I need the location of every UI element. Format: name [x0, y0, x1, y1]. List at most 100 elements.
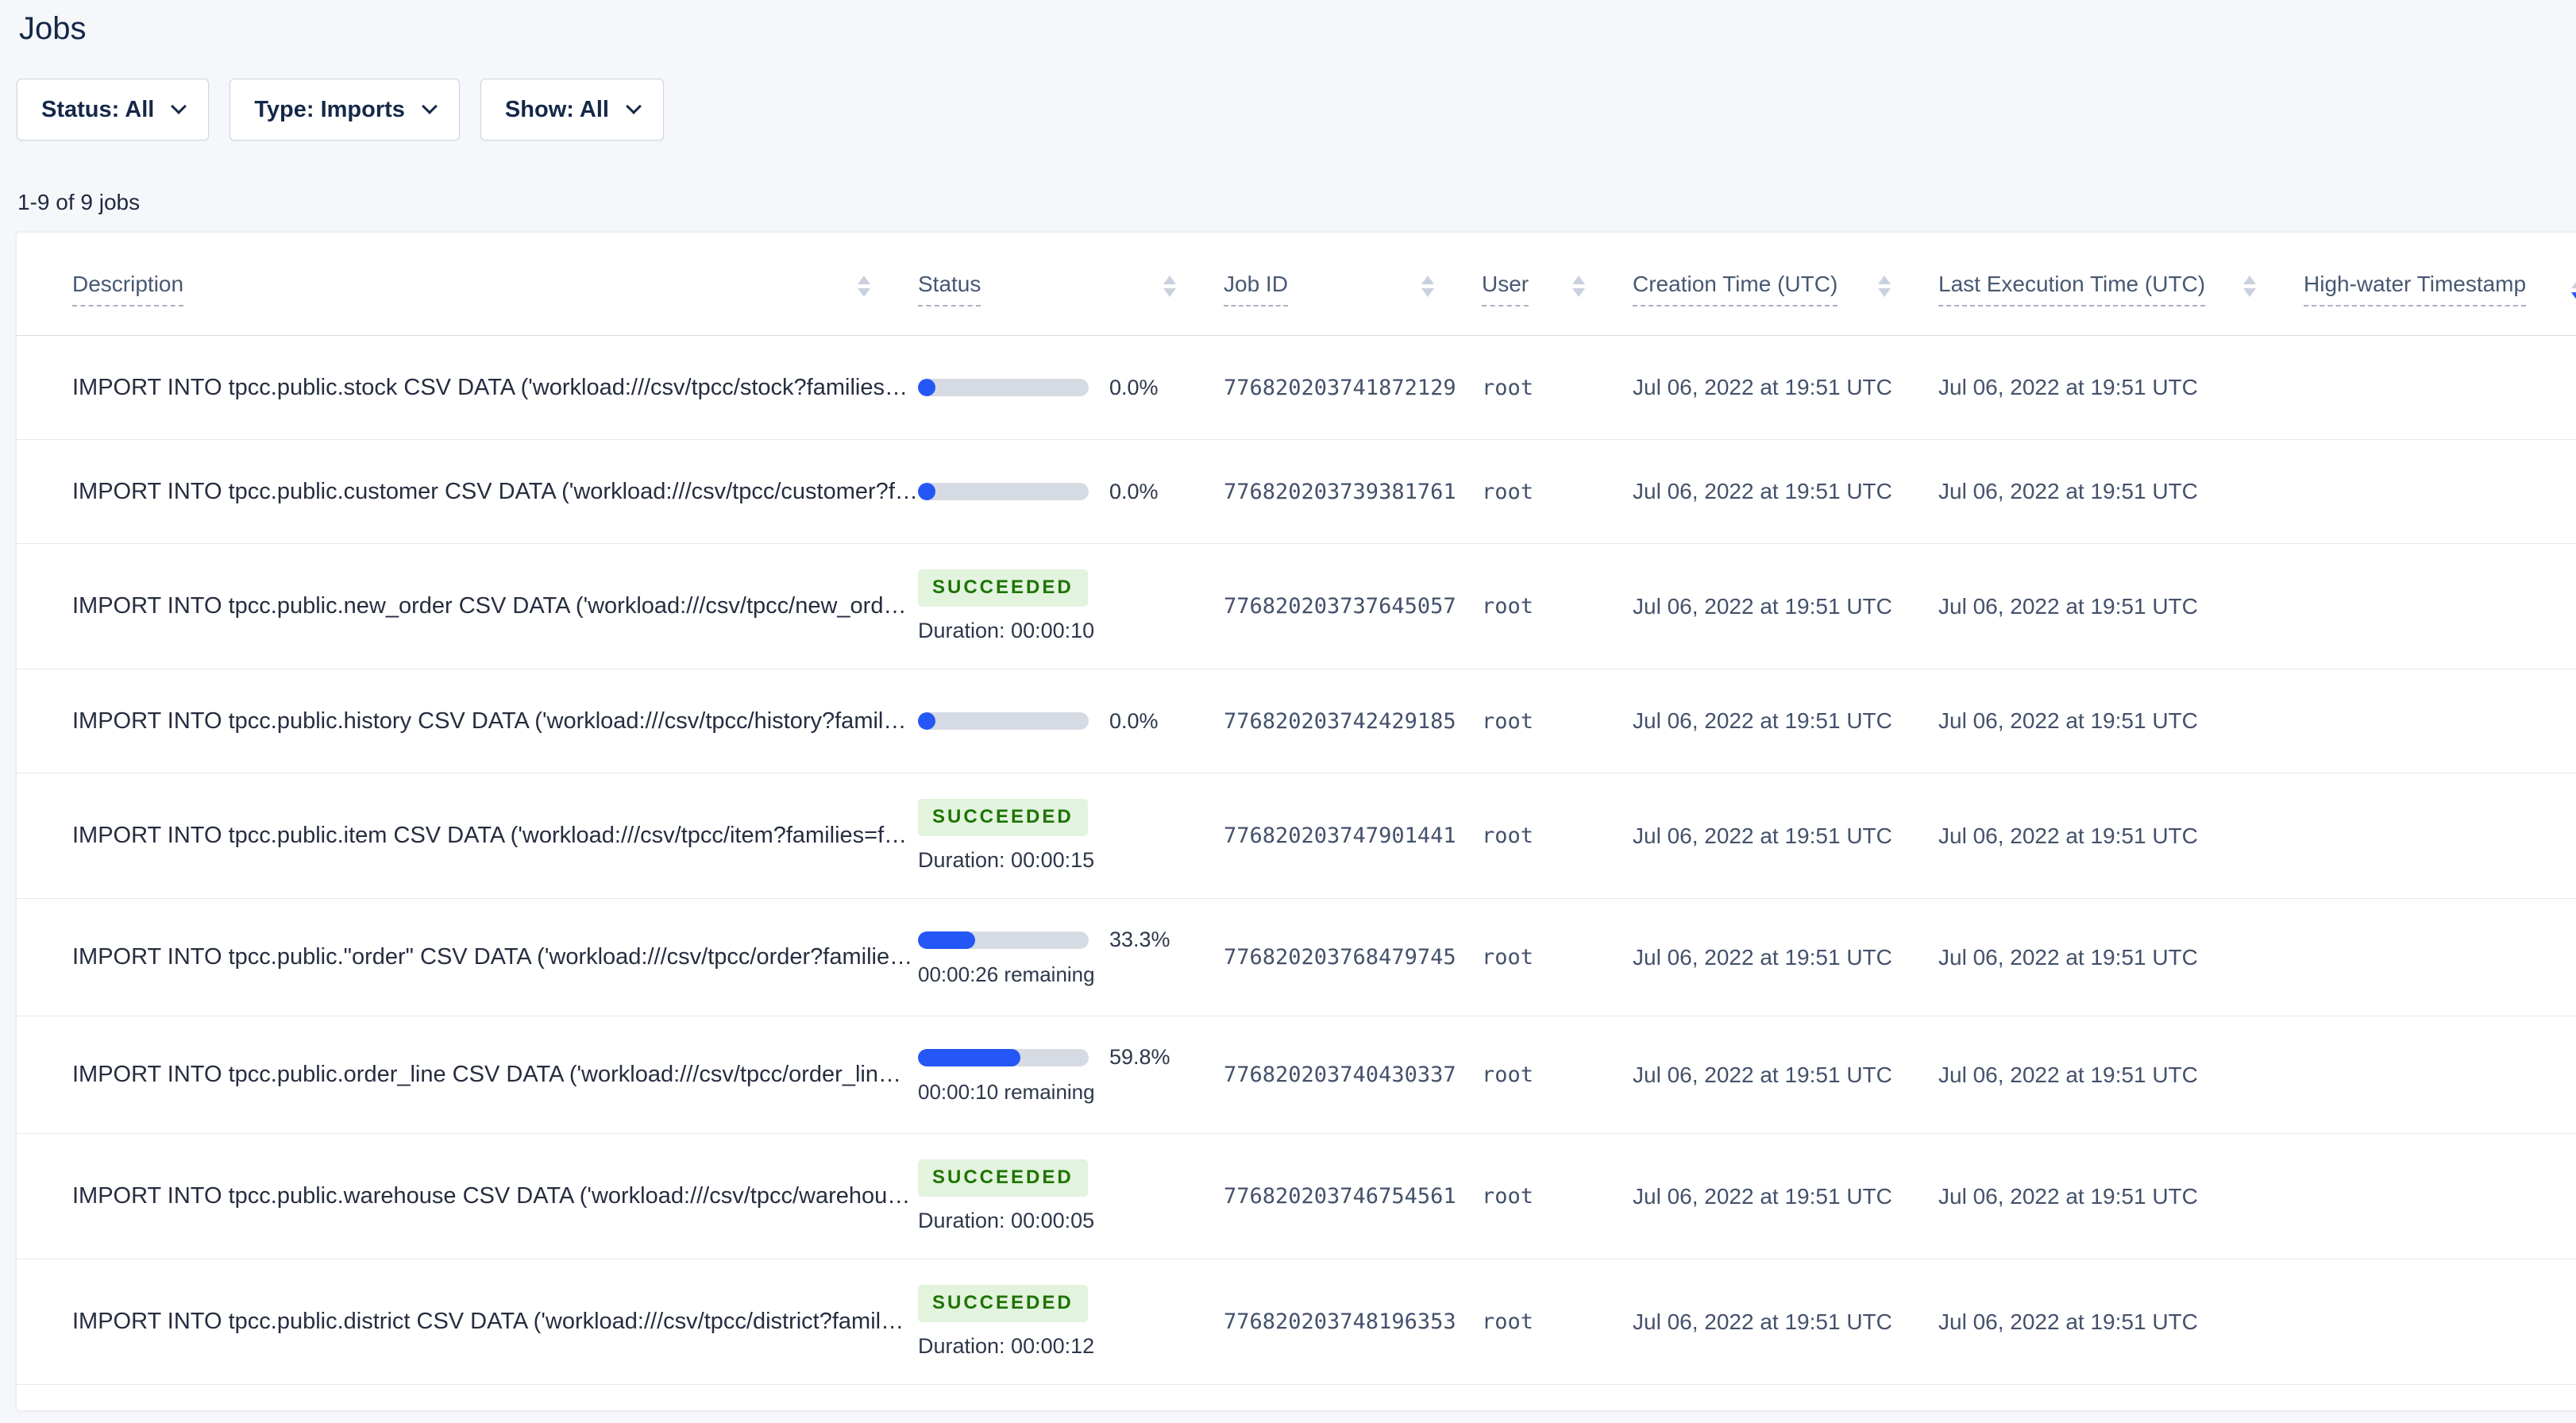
- job-description-link[interactable]: IMPORT INTO tpcc.public.district CSV DAT…: [72, 1309, 918, 1335]
- column-header-last-execution-time[interactable]: Last Execution Time (UTC): [1938, 233, 2304, 335]
- column-header-description[interactable]: Description: [72, 233, 918, 335]
- status-filter-dropdown[interactable]: Status: All: [17, 79, 210, 141]
- progress-line: 0.0%: [918, 480, 1159, 504]
- table-row: IMPORT INTO tpcc.public.warehouse CSV DA…: [17, 1134, 2576, 1259]
- status-badge-succeeded: SUCCEEDED: [918, 569, 1088, 607]
- progress-percent: 0.0%: [1109, 375, 1159, 399]
- job-duration: Duration: 00:00:05: [918, 1208, 1095, 1232]
- creation-time-cell: Jul 06, 2022 at 19:51 UTC: [1633, 593, 1892, 619]
- sort-icon-active-desc: [2571, 279, 2576, 301]
- user-cell: root: [1482, 594, 1534, 619]
- column-header-high-water-timestamp[interactable]: High-water Timestamp: [2304, 233, 2576, 335]
- user-cell: root: [1482, 1062, 1534, 1087]
- chevron-down-icon: [626, 98, 642, 114]
- status-badge-succeeded: SUCCEEDED: [918, 1285, 1088, 1322]
- column-header-job-id[interactable]: Job ID: [1224, 233, 1482, 335]
- show-filter-label: Show: All: [504, 96, 609, 122]
- table-row: IMPORT INTO tpcc.public.new_order CSV DA…: [17, 544, 2576, 669]
- user-cell: root: [1482, 945, 1534, 970]
- high-water-timestamp-cell: [2304, 544, 2576, 669]
- job-description-link[interactable]: IMPORT INTO tpcc.public.history CSV DATA…: [72, 708, 918, 735]
- time-remaining: 00:00:26 remaining: [918, 962, 1095, 986]
- sort-icon: [1572, 276, 1585, 297]
- job-id-cell: 776820203768479745: [1224, 945, 1456, 970]
- job-description-link[interactable]: IMPORT INTO tpcc.public.item CSV DATA ('…: [72, 823, 918, 849]
- type-filter-dropdown[interactable]: Type: Imports: [229, 79, 460, 141]
- job-id-cell: 776820203737645057: [1224, 594, 1456, 619]
- progress-line: 0.0%: [918, 376, 1159, 400]
- job-description-link[interactable]: IMPORT INTO tpcc.public.customer CSV DAT…: [72, 479, 918, 505]
- progress-bar: [918, 1048, 1089, 1066]
- job-description-text: IMPORT INTO tpcc.public."order" CSV DATA…: [72, 944, 913, 970]
- job-description-link[interactable]: IMPORT INTO tpcc.public.stock CSV DATA (…: [72, 375, 918, 401]
- status-badge-succeeded: SUCCEEDED: [918, 1159, 1088, 1197]
- job-description-text: IMPORT INTO tpcc.public.warehouse CSV DA…: [72, 1183, 911, 1209]
- last-execution-time-cell: Jul 06, 2022 at 19:51 UTC: [1938, 375, 2198, 399]
- user-cell: root: [1482, 479, 1534, 504]
- high-water-timestamp-cell: [2304, 440, 2576, 543]
- status-filter-label: Status: All: [41, 96, 155, 122]
- creation-time-cell: Jul 06, 2022 at 19:51 UTC: [1633, 375, 1892, 399]
- job-description-text: IMPORT INTO tpcc.public.stock CSV DATA (…: [72, 374, 908, 400]
- job-description-text: IMPORT INTO tpcc.public.customer CSV DAT…: [72, 478, 918, 504]
- creation-time-cell: Jul 06, 2022 at 19:51 UTC: [1633, 823, 1892, 848]
- job-description-text: IMPORT INTO tpcc.public.history CSV DATA…: [72, 708, 907, 734]
- creation-time-cell: Jul 06, 2022 at 19:51 UTC: [1633, 944, 1892, 970]
- high-water-timestamp-cell: [2304, 899, 2576, 1016]
- table-row: IMPORT INTO tpcc.public."order" CSV DATA…: [17, 899, 2576, 1016]
- job-duration: Duration: 00:00:10: [918, 618, 1095, 642]
- job-status-cell: SUCCEEDED Duration: 00:00:15: [918, 773, 1224, 898]
- sort-icon: [1878, 276, 1891, 297]
- creation-time-cell: Jul 06, 2022 at 19:51 UTC: [1633, 1183, 1892, 1209]
- job-id-cell: 776820203739381761: [1224, 479, 1456, 504]
- column-header-status[interactable]: Status: [918, 233, 1224, 335]
- job-status-cell: SUCCEEDED Duration: 00:00:12: [918, 1259, 1224, 1384]
- job-description-link[interactable]: IMPORT INTO tpcc.public.new_order CSV DA…: [72, 593, 918, 619]
- creation-time-cell: Jul 06, 2022 at 19:51 UTC: [1633, 1062, 1892, 1087]
- job-description-text: IMPORT INTO tpcc.public.district CSV DAT…: [72, 1309, 904, 1334]
- job-description-link[interactable]: IMPORT INTO tpcc.public."order" CSV DATA…: [72, 944, 918, 970]
- progress-bar-fill: [918, 931, 975, 949]
- sort-icon: [858, 276, 870, 297]
- table-row: IMPORT INTO tpcc.public.district CSV DAT…: [17, 1259, 2576, 1385]
- user-cell: root: [1482, 708, 1534, 734]
- job-description-link[interactable]: IMPORT INTO tpcc.public.warehouse CSV DA…: [72, 1183, 918, 1209]
- job-status-cell: 0.0%: [918, 440, 1224, 543]
- progress-bar: [918, 483, 1089, 500]
- job-description-text: IMPORT INTO tpcc.public.item CSV DATA ('…: [72, 823, 908, 848]
- jobs-table: Description Status Job ID User Creation …: [17, 233, 2576, 1410]
- job-status-cell: 0.0%: [918, 669, 1224, 773]
- progress-bar-fill: [918, 379, 935, 396]
- progress-percent: 0.0%: [1109, 479, 1159, 503]
- job-description-text: IMPORT INTO tpcc.public.order_line CSV D…: [72, 1062, 901, 1087]
- table-row: IMPORT INTO tpcc.public.stock CSV DATA (…: [17, 336, 2576, 440]
- user-cell: root: [1482, 1309, 1534, 1334]
- table-body: IMPORT INTO tpcc.public.stock CSV DATA (…: [17, 336, 2576, 1385]
- high-water-timestamp-cell: [2304, 669, 2576, 773]
- progress-percent: 33.3%: [1109, 927, 1170, 951]
- job-id-cell: 776820203741872129: [1224, 375, 1456, 400]
- sort-icon: [1163, 276, 1176, 297]
- table-header-row: Description Status Job ID User Creation …: [17, 233, 2576, 336]
- column-header-user[interactable]: User: [1482, 233, 1633, 335]
- status-badge-succeeded: SUCCEEDED: [918, 799, 1088, 836]
- job-status-cell: 59.8% 00:00:10 remaining: [918, 1016, 1224, 1133]
- job-status-cell: SUCCEEDED Duration: 00:00:05: [918, 1134, 1224, 1259]
- high-water-timestamp-cell: [2304, 1259, 2576, 1384]
- sort-icon: [2243, 276, 2256, 297]
- type-filter-label: Type: Imports: [254, 96, 405, 122]
- chevron-down-icon: [422, 98, 438, 114]
- job-duration: Duration: 00:00:12: [918, 1333, 1095, 1358]
- high-water-timestamp-cell: [2304, 1016, 2576, 1133]
- progress-percent: 0.0%: [1109, 708, 1159, 733]
- user-cell: root: [1482, 1184, 1534, 1209]
- column-header-creation-time[interactable]: Creation Time (UTC): [1633, 233, 1938, 335]
- show-filter-dropdown[interactable]: Show: All: [480, 79, 664, 141]
- last-execution-time-cell: Jul 06, 2022 at 19:51 UTC: [1938, 823, 2198, 848]
- job-description-link[interactable]: IMPORT INTO tpcc.public.order_line CSV D…: [72, 1062, 918, 1088]
- job-id-cell: 776820203740430337: [1224, 1062, 1456, 1087]
- progress-bar-fill: [918, 483, 935, 500]
- creation-time-cell: Jul 06, 2022 at 19:51 UTC: [1633, 479, 1892, 503]
- job-duration: Duration: 00:00:15: [918, 847, 1095, 872]
- progress-line: 33.3%: [918, 927, 1170, 952]
